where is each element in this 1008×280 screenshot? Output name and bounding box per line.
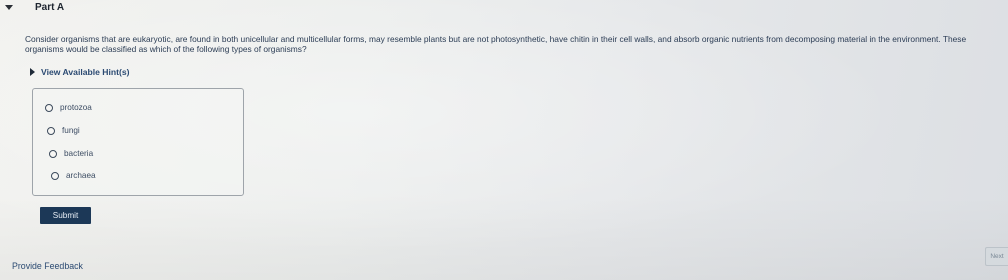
radio-unchecked-icon[interactable] xyxy=(51,171,59,180)
part-header[interactable]: Part A xyxy=(3,0,64,14)
radio-unchecked-icon[interactable] xyxy=(45,103,53,112)
view-hints-label[interactable]: View Available Hint(s) xyxy=(41,67,130,77)
answer-choices: protozoa fungi bacteria archaea xyxy=(32,88,244,196)
submit-button[interactable]: Submit xyxy=(40,207,91,224)
choice-label[interactable]: protozoa xyxy=(60,103,92,112)
provide-feedback-link[interactable]: Provide Feedback xyxy=(12,261,83,271)
choice-bacteria[interactable]: bacteria xyxy=(49,149,93,158)
caret-down-icon[interactable] xyxy=(5,4,13,10)
question-text: Consider organisms that are eukaryotic, … xyxy=(25,34,967,54)
choice-label[interactable]: archaea xyxy=(66,171,96,180)
next-button[interactable]: Next xyxy=(985,247,1008,266)
choice-label[interactable]: fungi xyxy=(62,126,80,135)
view-hints-toggle[interactable]: View Available Hint(s) xyxy=(30,67,130,77)
choice-label[interactable]: bacteria xyxy=(64,149,93,158)
part-title: Part A xyxy=(35,1,65,13)
radio-unchecked-icon[interactable] xyxy=(47,126,55,135)
choice-archaea[interactable]: archaea xyxy=(51,171,96,180)
choice-fungi[interactable]: fungi xyxy=(47,126,80,135)
radio-unchecked-icon[interactable] xyxy=(49,149,57,158)
choice-protozoa[interactable]: protozoa xyxy=(45,103,92,112)
caret-right-icon xyxy=(30,68,35,76)
